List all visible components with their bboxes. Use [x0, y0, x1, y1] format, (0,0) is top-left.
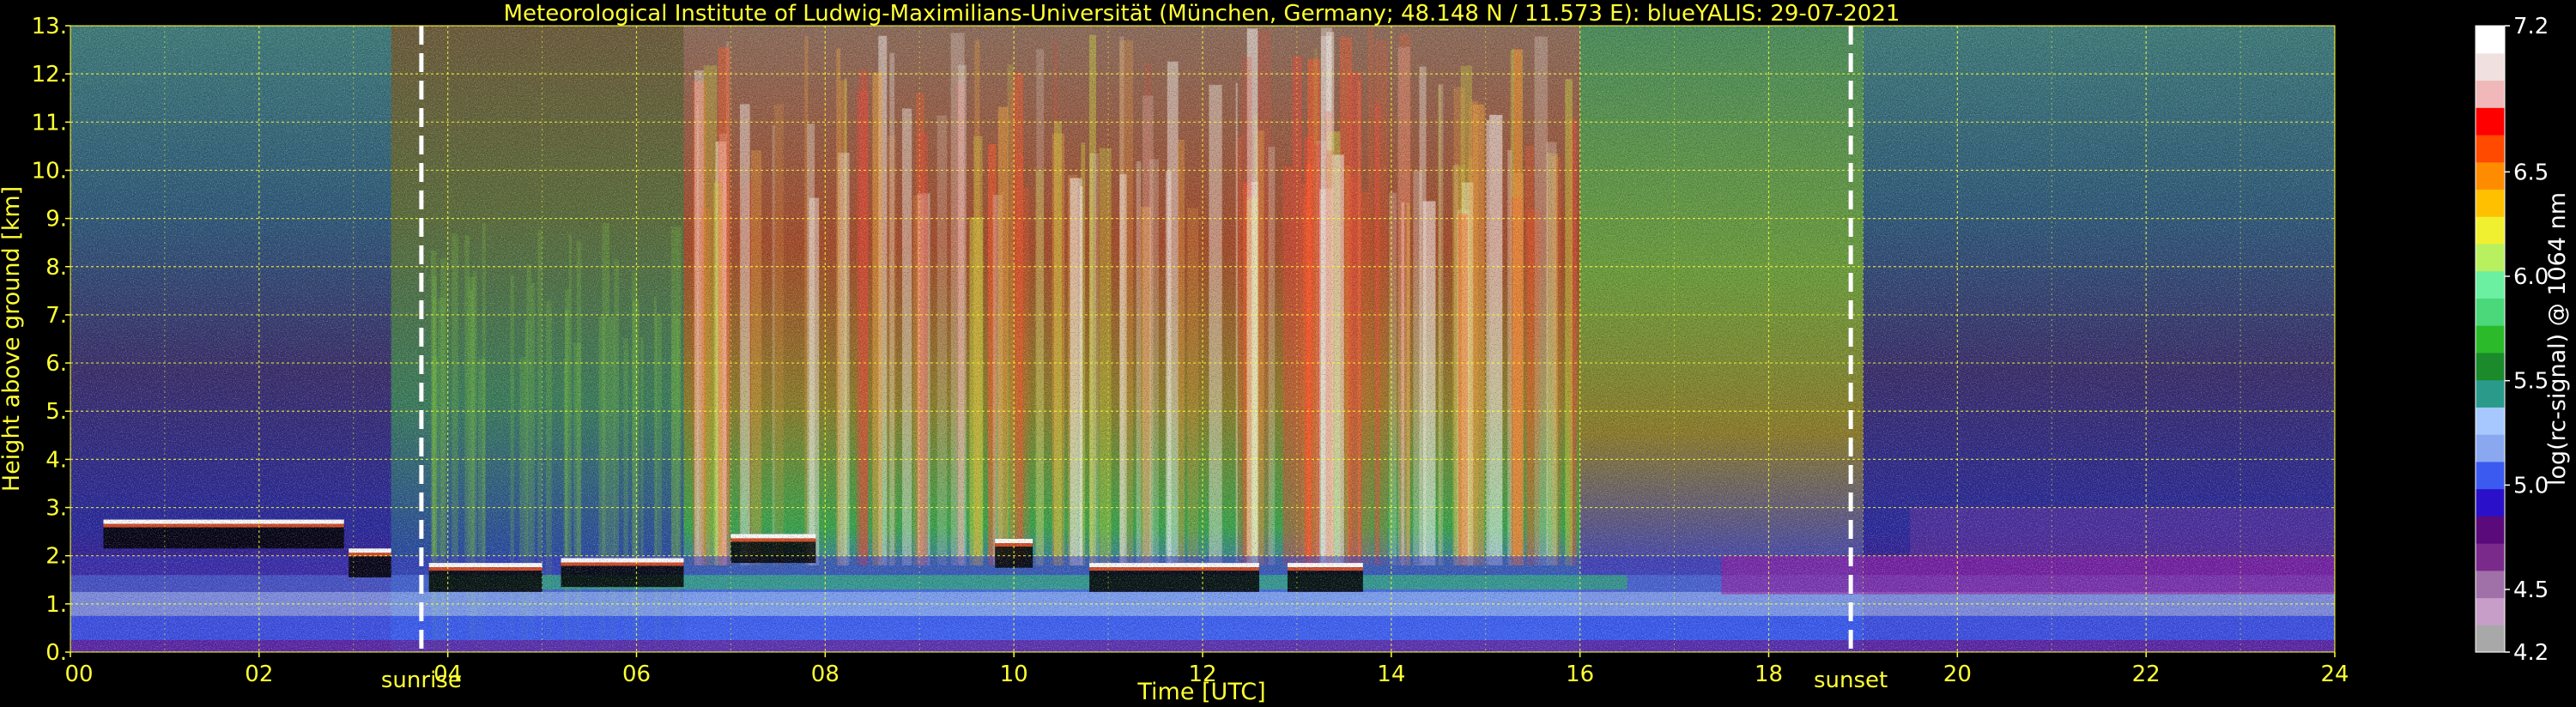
chart-title: Meteorological Institute of Ludwig-Maxim…: [504, 1, 1900, 27]
colorbar-swatch: [2476, 298, 2505, 326]
x-tick-label: 02: [245, 662, 273, 687]
sunset-label: sunset: [1814, 668, 1888, 693]
y-axis: 0. 1. 2. 3. 4. 5. 6. 7. 8. 9. 10. 11. 12. 13.: [32, 14, 70, 666]
y-tick-label: 12.: [32, 62, 67, 88]
y-tick-label: 10.: [32, 158, 67, 184]
y-tick-label: 3.: [45, 496, 67, 522]
x-tick-label: 16: [1566, 662, 1594, 687]
colorbar-label: log(rc-signal) @ 1064 nm: [2544, 192, 2571, 486]
colorbar-swatch: [2476, 107, 2505, 136]
x-tick-label: 24: [2320, 662, 2349, 687]
colorbar-swatch: [2476, 189, 2505, 217]
lidar-chart: 00 02 04 06 08 10 12 14 16 18 20 22 24 0.1.2.3.4.5.6…: [0, 1, 2571, 705]
y-tick-label: 1.: [45, 592, 67, 618]
x-tick-label: 10: [1000, 662, 1028, 687]
colorbar-tick-label: 4.2: [2513, 640, 2549, 666]
colorbar-swatch: [2476, 52, 2505, 82]
sunrise-label: sunrise: [381, 668, 462, 693]
x-tick-label: 08: [811, 662, 839, 687]
y-tick-label: 0.: [45, 640, 67, 666]
colorbar-swatch: [2476, 597, 2505, 625]
colorbar-swatch: [2476, 26, 2505, 54]
colorbar-swatch: [2476, 407, 2505, 435]
colorbar-swatch: [2476, 570, 2505, 599]
y-tick-label: 9.: [45, 207, 67, 233]
x-tick-label: 22: [2132, 662, 2161, 687]
colorbar-swatch: [2476, 625, 2505, 653]
annotations: sunrise sunset: [381, 668, 1888, 693]
y-tick-label: 5.: [45, 399, 67, 425]
x-tick-label: 14: [1377, 662, 1405, 687]
colorbar: 4.24.55.05.56.06.57.2: [2475, 14, 2549, 666]
colorbar-swatch: [2476, 80, 2505, 108]
y-tick-label: 13.: [32, 14, 67, 39]
colorbar-swatch: [2476, 434, 2505, 462]
colorbar-tick-label: 7.2: [2513, 14, 2549, 39]
colorbar-swatch: [2476, 461, 2505, 490]
x-tick-label: 18: [1755, 662, 1783, 687]
x-axis-label: Time [UTC]: [1136, 679, 1265, 705]
colorbar-swatch: [2476, 379, 2505, 408]
y-tick-label: 7.: [45, 303, 67, 329]
colorbar-swatch: [2476, 325, 2505, 354]
x-tick-label: 06: [622, 662, 651, 687]
colorbar-swatch: [2476, 270, 2505, 299]
x-tick-label: 00: [64, 662, 93, 687]
y-tick-label: 4.: [45, 447, 67, 473]
y-tick-label: 2.: [45, 544, 67, 570]
colorbar-swatch: [2476, 543, 2505, 571]
plot-area: [70, 26, 2335, 652]
x-tick-label: 20: [1943, 662, 1972, 687]
y-tick-label: 8.: [45, 255, 67, 281]
colorbar-tick-label: 4.5: [2513, 577, 2549, 603]
colorbar-swatch: [2476, 352, 2505, 381]
colorbar-swatch: [2476, 216, 2505, 245]
colorbar-swatch: [2476, 134, 2505, 163]
colorbar-swatch: [2476, 243, 2505, 272]
colorbar-swatch: [2476, 161, 2505, 190]
colorbar-tick-label: 6.5: [2513, 160, 2549, 185]
y-tick-label: 6.: [45, 351, 67, 377]
colorbar-swatch: [2476, 516, 2505, 544]
y-tick-label: 11.: [32, 110, 67, 136]
colorbar-swatch: [2476, 488, 2505, 517]
y-axis-label: Height above ground [km]: [0, 186, 25, 492]
